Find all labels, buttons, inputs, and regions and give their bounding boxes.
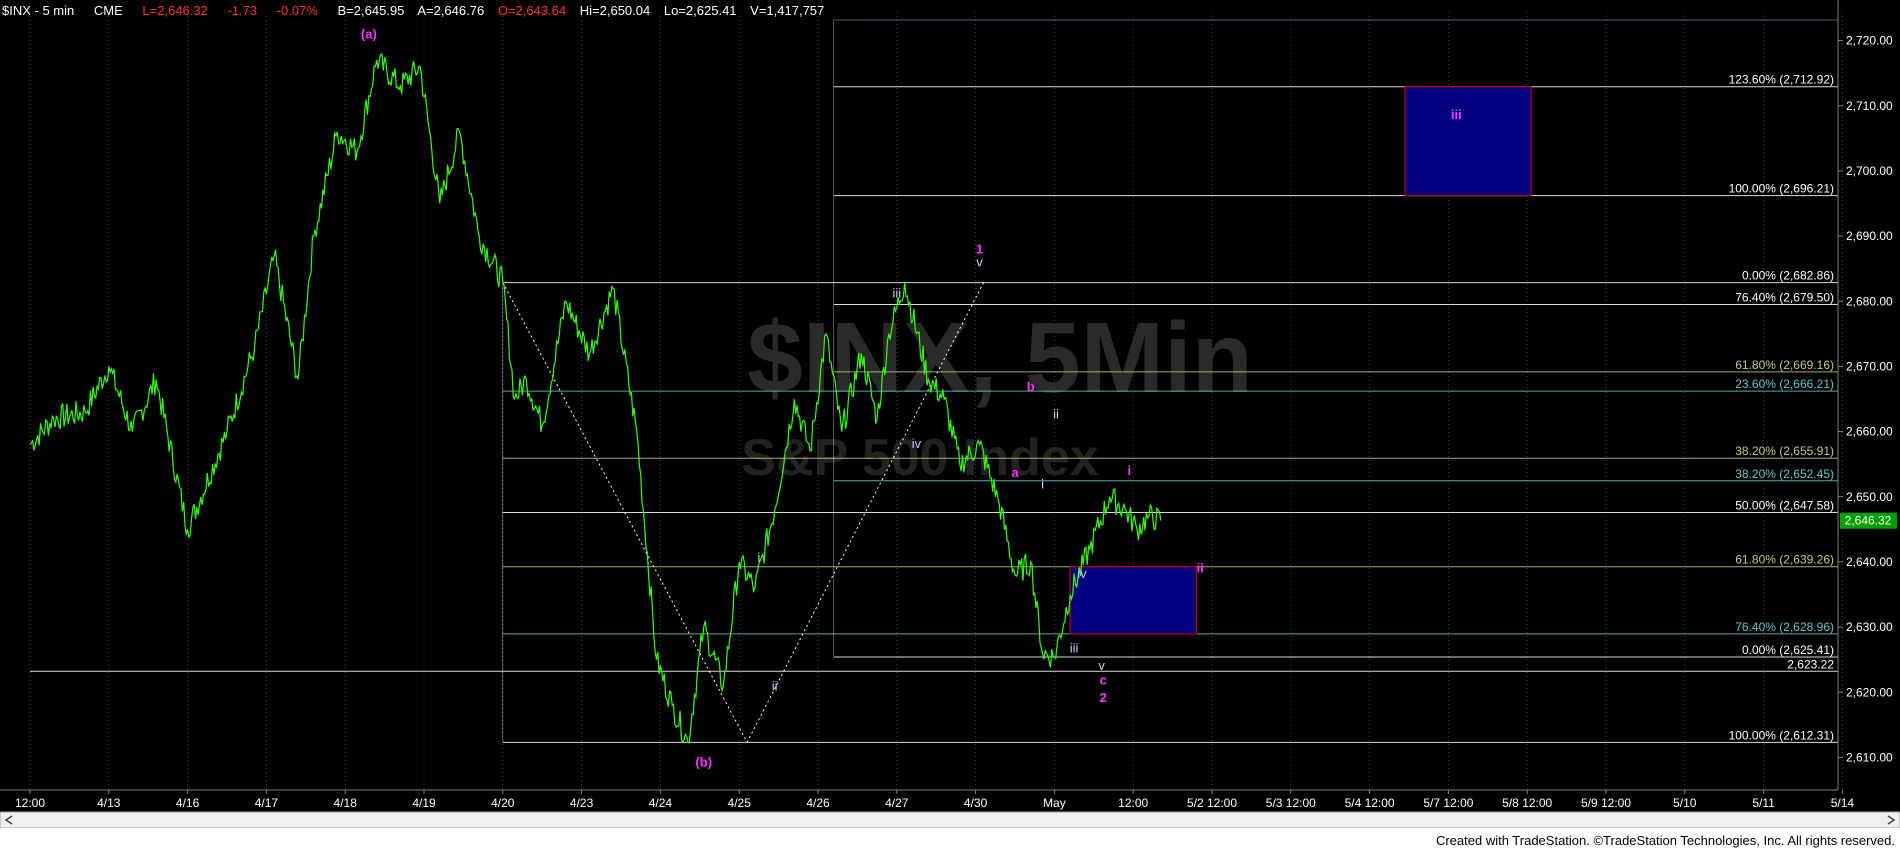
header-ask: A=2,646.76 (417, 3, 484, 18)
fib-level-label: 61.80% (2,639.26) (1735, 553, 1834, 567)
y-tick-label: 2,700.00 (1846, 164, 1893, 178)
x-tick-label: 5/2 12:00 (1187, 796, 1237, 810)
y-tick-label: 2,690.00 (1846, 229, 1893, 243)
wave-label: v (1098, 658, 1105, 673)
target-box (1404, 86, 1532, 197)
y-tick-label: 2,640.00 (1846, 555, 1893, 569)
last-price-label: 2,646.32 (1845, 514, 1892, 528)
x-tick-label: 5/7 12:00 (1423, 796, 1473, 810)
wave-label: v (976, 255, 983, 270)
x-tick-label: 4/24 (649, 796, 673, 810)
x-tick-label: 5/8 12:00 (1502, 796, 1552, 810)
wave-label: ii (1197, 560, 1204, 575)
wave-label: a (1011, 465, 1019, 480)
x-tick-label: 4/19 (412, 796, 436, 810)
fib-level-label: 100.00% (2,696.21) (1729, 182, 1834, 196)
fib-level-label: 61.80% (2,669.16) (1735, 358, 1834, 372)
wave-label: (b) (695, 755, 712, 770)
y-tick-label: 2,710.00 (1846, 99, 1893, 113)
header-high: Hi=2,650.04 (580, 3, 650, 18)
fib-level-label: 2,623.22 (1787, 657, 1834, 671)
wave-label: i (757, 550, 760, 565)
horizontal-scrollbar[interactable] (0, 811, 1900, 829)
x-tick-label: 4/27 (885, 796, 909, 810)
scroll-right-button[interactable] (1883, 813, 1899, 827)
y-tick-label: 2,620.00 (1846, 685, 1893, 699)
fib-level-label: 50.00% (2,647.58) (1735, 499, 1834, 513)
x-tick-label: 4/20 (491, 796, 515, 810)
x-tick-label: 4/26 (806, 796, 830, 810)
wave-label: b (1027, 379, 1035, 394)
header-open: O=2,643.64 (498, 3, 566, 18)
y-tick-label: 2,610.00 (1846, 750, 1893, 764)
x-tick-label: May (1043, 796, 1066, 810)
wave-label: iv (912, 436, 922, 451)
y-tick-label: 2,670.00 (1846, 359, 1893, 373)
x-tick-label: 4/17 (255, 796, 279, 810)
x-tick-label: 4/16 (176, 796, 200, 810)
fib-level-label: 76.40% (2,679.50) (1735, 291, 1834, 305)
fib-level-label: 100.00% (2,612.31) (1729, 728, 1834, 742)
fib-level-label: 123.60% (2,712.92) (1729, 73, 1834, 87)
header-change: -1.73 (227, 3, 257, 18)
target-box (1069, 566, 1197, 635)
fib-level-label: 0.00% (2,625.41) (1742, 643, 1834, 657)
footer-credit: Created with TradeStation. ©TradeStation… (1436, 833, 1895, 848)
wave-label: i (1127, 463, 1131, 478)
fib-level-label: 76.40% (2,628.96) (1735, 620, 1834, 634)
x-tick-label: 5/11 (1752, 796, 1775, 810)
fib-level-label: 38.20% (2,652.45) (1735, 467, 1834, 481)
fib-level-label: 23.60% (2,666.21) (1735, 377, 1834, 391)
x-tick-label: 5/14 (1831, 796, 1855, 810)
fib-level-label: 38.20% (2,655.91) (1735, 444, 1834, 458)
x-tick-label: 4/13 (97, 796, 121, 810)
x-tick-label: 4/25 (728, 796, 752, 810)
x-tick-label: 5/3 12:00 (1266, 796, 1316, 810)
wave-label: iii (1070, 640, 1079, 655)
header-bid: B=2,645.95 (338, 3, 405, 18)
wave-label: ii (772, 678, 778, 693)
scroll-left-button[interactable] (1, 813, 17, 827)
y-tick-label: 2,680.00 (1846, 294, 1893, 308)
wave-label: iii (1451, 107, 1462, 122)
x-tick-label: 12:00 (15, 796, 45, 810)
wave-label: 2 (1100, 690, 1107, 705)
x-tick-label: 5/4 12:00 (1345, 796, 1395, 810)
header-exchange: CME (94, 3, 123, 18)
header-change-pct: -0.07% (277, 3, 319, 18)
wave-label: iii (892, 285, 901, 300)
y-tick-label: 2,720.00 (1846, 34, 1893, 48)
wave-label: (a) (361, 27, 377, 42)
wave-label: ii (1053, 407, 1059, 422)
price-chart: $INX, 5Min S&P 500 Index 123.60% (2,712.… (0, 0, 1900, 850)
last-price-badge: 2,646.32 (1840, 512, 1897, 529)
x-tick-label: 5/9 12:00 (1581, 796, 1631, 810)
y-tick-label: 2,660.00 (1846, 425, 1893, 439)
y-tick-label: 2,650.00 (1846, 490, 1893, 504)
wave-label: c (1100, 672, 1107, 687)
header-low: Lo=2,625.41 (664, 3, 737, 18)
header-volume: V=1,417,757 (750, 3, 824, 18)
fib-level-label: 0.00% (2,682.86) (1742, 269, 1834, 283)
x-tick-label: 12:00 (1118, 796, 1148, 810)
y-tick-label: 2,630.00 (1846, 620, 1893, 634)
header-symbol: $INX - 5 min (2, 3, 74, 18)
x-tick-label: 4/30 (964, 796, 988, 810)
x-tick-label: 4/18 (334, 796, 358, 810)
x-tick-label: 5/10 (1673, 796, 1697, 810)
x-tick-label: 4/23 (570, 796, 594, 810)
wave-label: i (1041, 476, 1044, 491)
header-last: L=2,646.32 (142, 3, 207, 18)
wave-label: iv (1077, 566, 1087, 581)
